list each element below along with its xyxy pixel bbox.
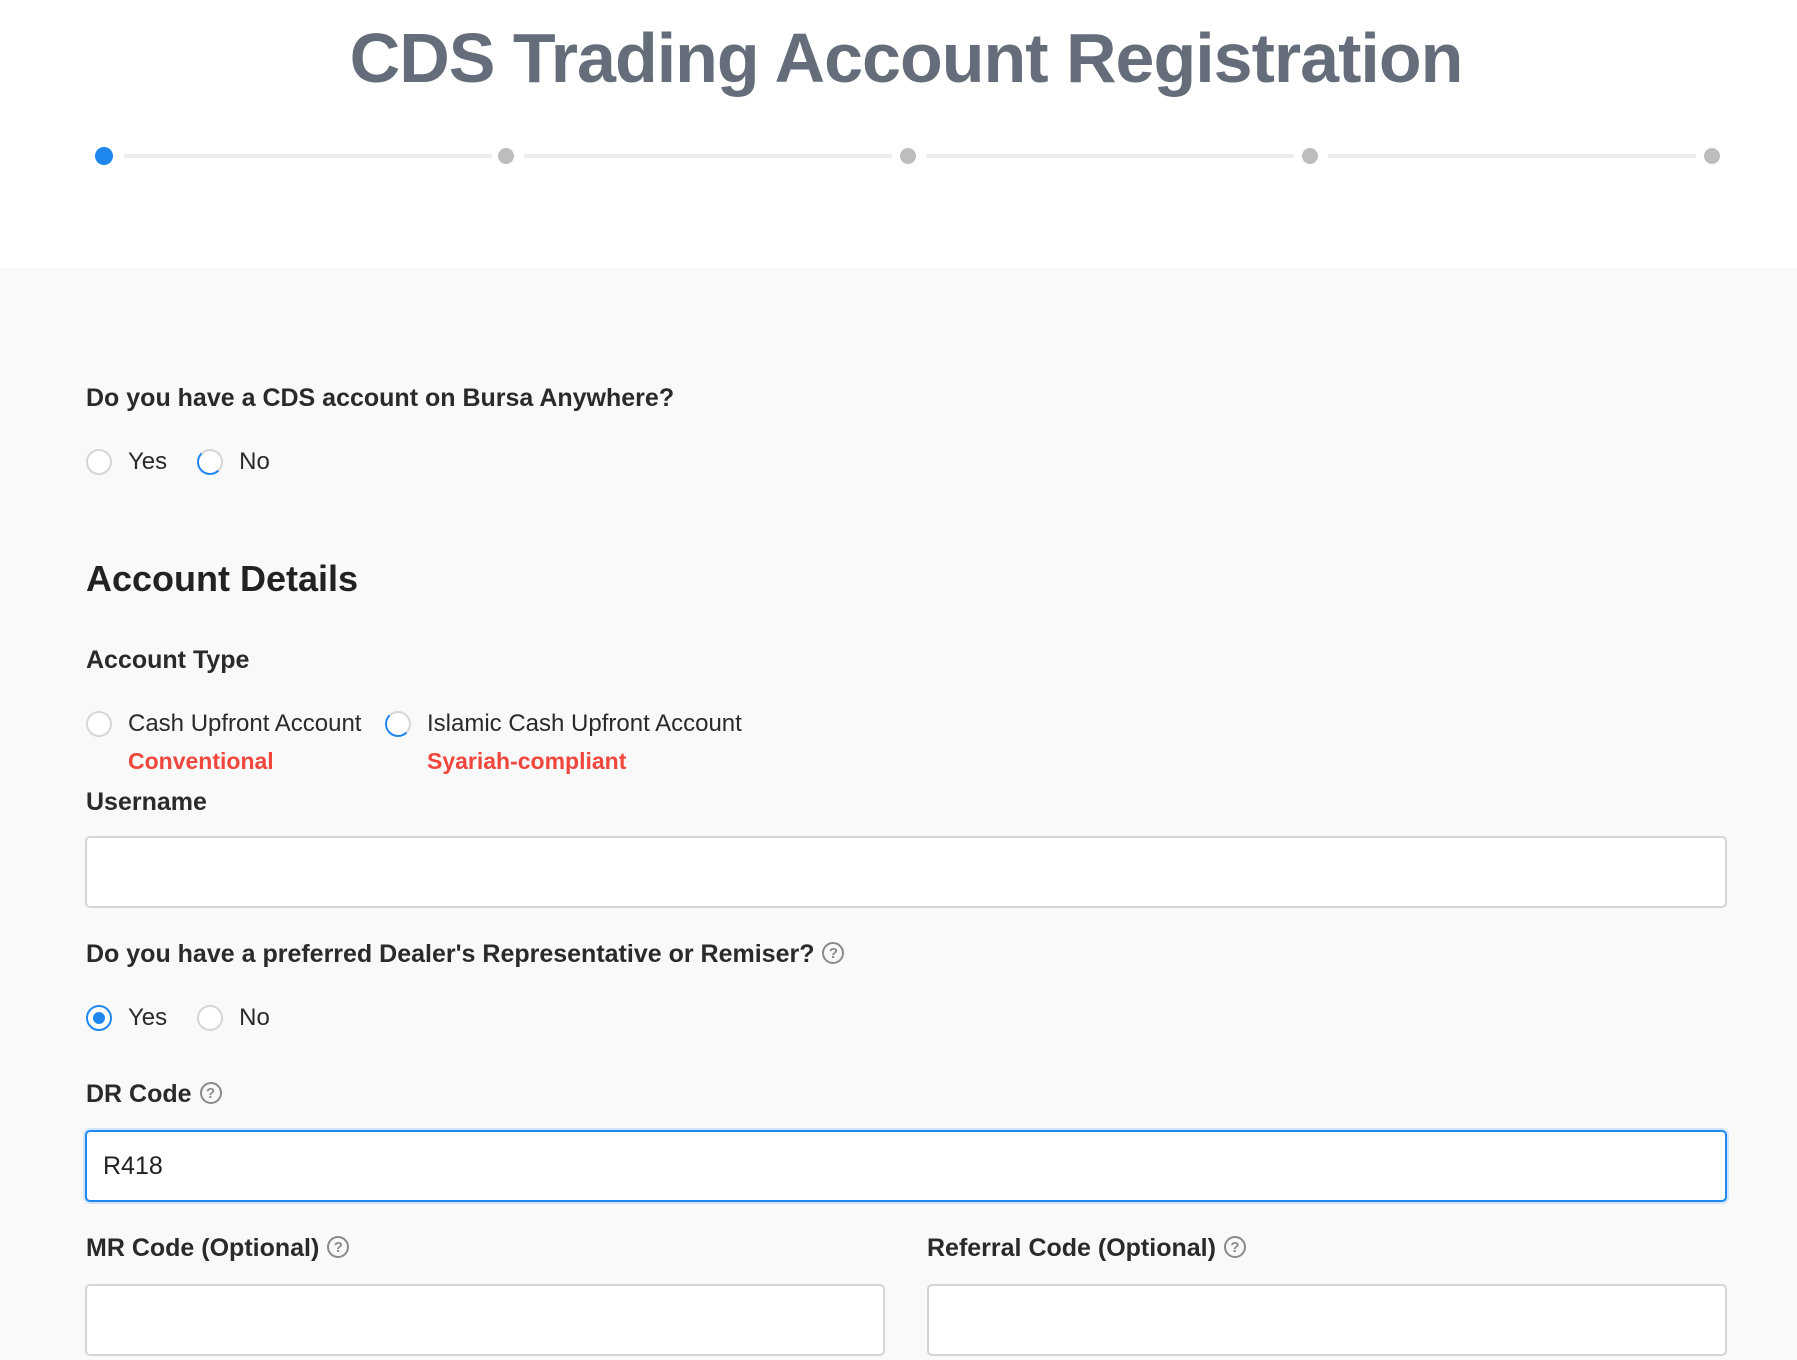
step-dot-4 — [1302, 148, 1318, 164]
cds-yes-option[interactable]: Yes — [86, 448, 167, 476]
step-dot-2 — [498, 148, 514, 164]
step-connector — [926, 154, 1294, 158]
mr-code-input[interactable] — [85, 1284, 885, 1356]
dealer-no-label: No — [239, 1004, 270, 1031]
islamic-cash-upfront-radio[interactable] — [385, 711, 411, 737]
question-circle-icon[interactable]: ? — [1223, 1236, 1246, 1259]
referral-code-input[interactable] — [927, 1284, 1727, 1356]
dealer-no-option[interactable]: No — [197, 1004, 270, 1032]
progress-stepper — [92, 144, 1728, 168]
conventional-sublabel: Conventional — [128, 748, 274, 774]
mr-code-text: MR Code (Optional) — [86, 1234, 320, 1262]
question-circle-icon[interactable]: ? — [199, 1082, 222, 1105]
islamic-cash-upfront-label: Islamic Cash Upfront Account — [427, 710, 742, 737]
cash-upfront-label: Cash Upfront Account — [128, 710, 362, 737]
step-dot-1-current — [95, 147, 113, 165]
account-type-islamic-option[interactable]: Islamic Cash Upfront Account Syariah-com… — [385, 708, 742, 775]
dealer-yes-label: Yes — [128, 1004, 168, 1031]
cds-yes-label: Yes — [128, 448, 168, 475]
dr-code-text: DR Code — [86, 1080, 192, 1108]
dealer-yes-radio[interactable] — [86, 1005, 112, 1031]
form-body: Do you have a CDS account on Bursa Anywh… — [0, 268, 1797, 1360]
referral-code-label: Referral Code (Optional)? — [927, 1234, 1246, 1263]
step-dot-5 — [1704, 148, 1720, 164]
step-connector — [1328, 154, 1696, 158]
dealer-yes-option[interactable]: Yes — [86, 1004, 167, 1032]
dealer-no-radio[interactable] — [197, 1005, 224, 1031]
username-label: Username — [86, 788, 207, 816]
cds-account-question: Do you have a CDS account on Bursa Anywh… — [86, 384, 675, 412]
page-title: CDS Trading Account Registration — [349, 19, 1464, 97]
account-type-cash-upfront-option[interactable]: Cash Upfront Account Conventional — [86, 708, 361, 775]
step-connector — [524, 154, 892, 158]
dealer-radio-group: Yes No — [86, 1002, 300, 1034]
question-circle-icon[interactable]: ? — [327, 1236, 350, 1259]
dr-code-input[interactable] — [85, 1130, 1727, 1202]
account-details-heading: Account Details — [86, 558, 359, 599]
cds-yes-radio[interactable] — [86, 449, 112, 475]
cds-no-radio[interactable] — [197, 449, 224, 475]
cds-no-label: No — [239, 448, 270, 475]
cash-upfront-radio[interactable] — [86, 711, 112, 737]
referral-code-text: Referral Code (Optional) — [927, 1234, 1216, 1262]
cds-no-option[interactable]: No — [197, 448, 270, 476]
cds-account-radio-group: Yes No — [86, 446, 300, 478]
step-dot-3 — [900, 148, 916, 164]
dealer-question-label: Do you have a preferred Dealer's Represe… — [86, 940, 845, 969]
mr-code-label: MR Code (Optional)? — [86, 1234, 350, 1263]
account-type-label: Account Type — [86, 646, 250, 674]
page-header: CDS Trading Account Registration — [0, 0, 1797, 268]
step-connector — [124, 154, 492, 158]
syariah-compliant-sublabel: Syariah-compliant — [427, 748, 627, 774]
question-circle-icon[interactable]: ? — [822, 942, 845, 965]
username-input[interactable] — [85, 836, 1727, 908]
dealer-question-text: Do you have a preferred Dealer's Represe… — [86, 940, 815, 968]
dr-code-label: DR Code? — [86, 1080, 222, 1109]
